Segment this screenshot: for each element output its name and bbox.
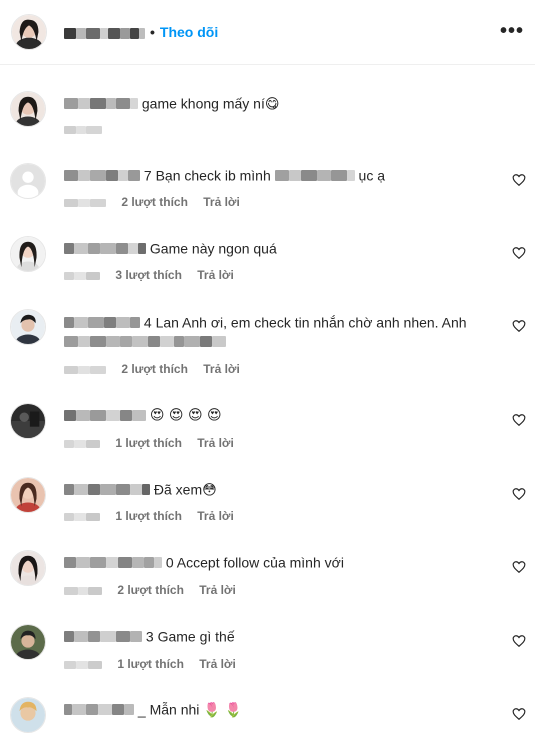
comment-body: 7 Bạn check ib mình ục ạ: [64, 165, 504, 184]
reply-button[interactable]: Trả lời: [197, 436, 234, 450]
likes-count[interactable]: 2 lượt thích: [121, 195, 188, 209]
comment-body: Game này ngon quá: [64, 238, 504, 257]
like-heart-icon[interactable]: [512, 319, 526, 333]
commenter-avatar[interactable]: [10, 309, 46, 345]
reply-button[interactable]: Trả lời: [197, 268, 234, 282]
comment-meta: [64, 122, 102, 136]
reply-button[interactable]: Trả lời: [203, 195, 240, 209]
comment-text: Đã xem😳: [153, 481, 217, 498]
likes-count[interactable]: 3 lượt thích: [115, 268, 182, 282]
comment-text: 0 Accept follow của mình với: [165, 554, 344, 571]
comment-body: 😍 😍 😍 😍: [64, 405, 504, 424]
commenter-avatar[interactable]: [10, 550, 46, 586]
comment-body: game khong mấy ní😋: [64, 93, 504, 112]
comment-meta: 2 lượt thích Trả lời: [64, 583, 236, 597]
comment-meta: 1 lượt thích Trả lời: [64, 436, 234, 450]
commenter-avatar[interactable]: [10, 477, 46, 513]
like-heart-icon[interactable]: [512, 173, 526, 187]
likes-count[interactable]: 1 lượt thích: [117, 657, 184, 671]
comment-meta: 1 lượt thích Trả lời: [64, 657, 236, 671]
comment-text: 3 Game gì thế: [145, 628, 235, 645]
comment-text-tail: ục ạ: [358, 167, 385, 184]
reply-button[interactable]: Trả lời: [197, 509, 234, 523]
separator-dot: •: [150, 24, 155, 40]
commenter-avatar-default[interactable]: [10, 163, 46, 199]
post-header: • Theo dõi •••: [0, 0, 535, 65]
comment-body: 0 Accept follow của mình với: [64, 552, 504, 571]
comment-text: 😍 😍 😍 😍: [149, 407, 222, 424]
comment-meta: 1 lượt thích Trả lời: [64, 509, 234, 523]
comment-body: 4 Lan Anh ơi, em check tin nhắn chờ anh …: [64, 312, 504, 349]
more-options-icon[interactable]: •••: [500, 21, 524, 41]
like-heart-icon[interactable]: [512, 246, 526, 260]
comment-text: game khong mấy ní😋: [141, 95, 280, 112]
commenter-avatar[interactable]: [10, 697, 46, 733]
commenter-avatar[interactable]: [10, 91, 46, 127]
commenter-avatar[interactable]: [10, 236, 46, 272]
like-heart-icon[interactable]: [512, 560, 526, 574]
comment-text: 7 Bạn check ib mình: [143, 167, 271, 184]
author-username[interactable]: • Theo dõi: [64, 24, 218, 40]
reply-button[interactable]: Trả lời: [203, 362, 240, 376]
comment-meta: 2 lượt thích Trả lời: [64, 362, 240, 376]
comment-text: 4 Lan Anh ơi, em check tin nhắn chờ anh …: [143, 314, 467, 331]
commenter-avatar[interactable]: [10, 403, 46, 439]
like-heart-icon[interactable]: [512, 707, 526, 721]
comment-body: Đã xem😳: [64, 479, 504, 498]
comment-meta: 3 lượt thích Trả lời: [64, 268, 234, 282]
like-heart-icon[interactable]: [512, 487, 526, 501]
blurred-username: [64, 27, 76, 39]
likes-count[interactable]: 1 lượt thích: [115, 436, 182, 450]
likes-count[interactable]: 2 lượt thích: [117, 583, 184, 597]
comment-text: Game này ngon quá: [149, 240, 277, 257]
follow-button[interactable]: Theo dõi: [160, 24, 218, 40]
author-avatar[interactable]: [11, 14, 47, 50]
comment-meta: 2 lượt thích Trả lời: [64, 195, 240, 209]
commenter-avatar[interactable]: [10, 624, 46, 660]
reply-button[interactable]: Trả lời: [199, 657, 236, 671]
comment-body: _ Mẫn nhi 🌷 🌷: [64, 699, 504, 718]
comment-body: 3 Game gì thế: [64, 626, 504, 645]
likes-count[interactable]: 1 lượt thích: [115, 509, 182, 523]
like-heart-icon[interactable]: [512, 413, 526, 427]
comment-text: _ Mẫn nhi 🌷 🌷: [137, 701, 243, 718]
like-heart-icon[interactable]: [512, 634, 526, 648]
likes-count[interactable]: 2 lượt thích: [121, 362, 188, 376]
reply-button[interactable]: Trả lời: [199, 583, 236, 597]
